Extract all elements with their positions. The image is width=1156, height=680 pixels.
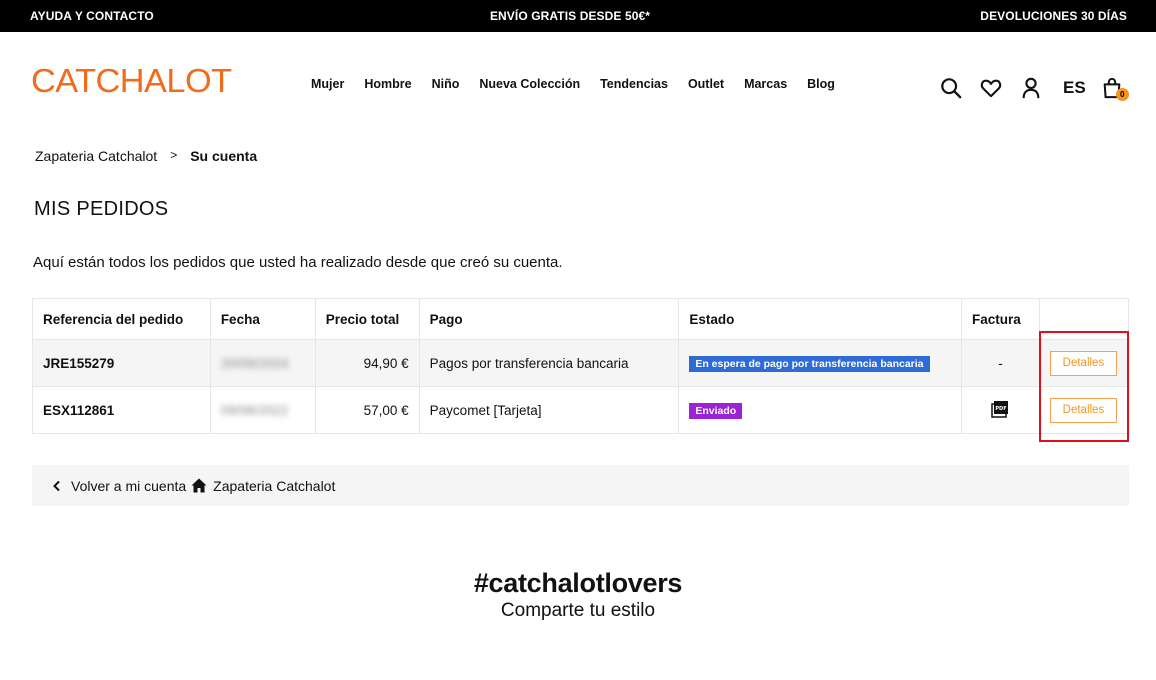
nav-item-tendencias[interactable]: Tendencias [600,77,668,91]
free-shipping-notice: ENVÍO GRATIS DESDE 50€* [489,9,651,23]
main-nav: Mujer Hombre Niño Nueva Colección Tenden… [311,77,835,91]
order-reference: ESX112861 [32,386,211,434]
order-date-value: 09/08/2022 [220,402,289,418]
svg-text:PDF: PDF [996,406,1007,412]
nav-item-marcas[interactable]: Marcas [744,77,787,91]
home-icon [191,478,207,493]
order-reference: JRE155279 [32,339,211,387]
order-status: Enviado [678,386,962,434]
catchalot-logo[interactable]: CATCHALOT [31,62,232,100]
status-badge: Enviado [689,402,743,419]
details-highlight-box [1039,331,1129,442]
breadcrumb-home[interactable]: Zapateria Catchalot [35,148,157,164]
order-invoice: - [960,339,1040,387]
table-row: ESX112861 09/08/2022 57,00 € Paycomet [T… [32,386,1130,434]
header-reference: Referencia del pedido [32,298,211,340]
order-payment: Pagos por transferencia bancaria [418,339,680,387]
page-intro: Aquí están todos los pedidos que usted h… [33,254,563,271]
chevron-left-icon [52,480,62,492]
header-invoice: Factura [960,298,1040,340]
orders-table: Referencia del pedido Fecha Precio total… [32,298,1130,434]
order-total: 94,90 € [314,339,420,387]
home-link-label: Zapateria Catchalot [213,477,336,494]
cart-icon[interactable]: 0 [1100,76,1129,101]
home-link[interactable]: Zapateria Catchalot [191,478,335,494]
nav-item-nueva-coleccion[interactable]: Nueva Colección [479,77,580,91]
breadcrumb-current: Su cuenta [190,148,258,164]
page-title: MIS PEDIDOS [34,198,169,220]
order-payment: Paycomet [Tarjeta] [418,386,680,434]
pdf-icon[interactable]: PDF [991,400,1009,421]
promo-hashtag: #catchalotlovers [473,568,683,598]
header-payment: Pago [418,298,680,340]
search-icon[interactable] [939,76,963,100]
user-icon[interactable] [1019,76,1043,100]
header-date: Fecha [209,298,316,340]
cart-count-badge: 0 [1115,88,1129,101]
order-total: 57,00 € [314,386,420,434]
header-status: Estado [678,298,962,340]
header-total: Precio total [314,298,420,340]
back-to-account-link[interactable]: Volver a mi cuenta [52,478,186,494]
breadcrumb: Zapateria Catchalot > Su cuenta [35,148,257,164]
site-header: CATCHALOT Mujer Hombre Niño Nueva Colecc… [0,32,1156,132]
heart-icon[interactable] [979,76,1003,100]
returns-notice: DEVOLUCIONES 30 DÍAS [980,9,1127,23]
promo-subtitle: Comparte tu estilo [500,600,656,621]
table-header-row: Referencia del pedido Fecha Precio total… [32,298,1130,340]
order-invoice: PDF [960,386,1040,434]
header-icons: ES 0 [939,76,1129,101]
language-selector[interactable]: ES [1063,78,1086,98]
nav-item-blog[interactable]: Blog [807,77,835,91]
order-status: En espera de pago por transferencia banc… [678,339,962,387]
nav-item-hombre[interactable]: Hombre [364,77,411,91]
order-date: 20/09/2024 [209,339,316,387]
nav-item-mujer[interactable]: Mujer [311,77,344,91]
account-footer-links: Volver a mi cuenta Zapateria Catchalot [32,465,1129,506]
top-announcement-bar: AYUDA Y CONTACTO ENVÍO GRATIS DESDE 50€*… [0,0,1156,32]
order-date-value: 20/09/2024 [220,355,289,371]
order-date: 09/08/2022 [209,386,316,434]
nav-item-nino[interactable]: Niño [432,77,460,91]
table-row: JRE155279 20/09/2024 94,90 € Pagos por t… [32,339,1130,387]
status-badge: En espera de pago por transferencia banc… [689,355,930,372]
breadcrumb-separator: > [170,148,178,162]
back-to-account-label: Volver a mi cuenta [71,477,187,494]
nav-item-outlet[interactable]: Outlet [688,77,724,91]
